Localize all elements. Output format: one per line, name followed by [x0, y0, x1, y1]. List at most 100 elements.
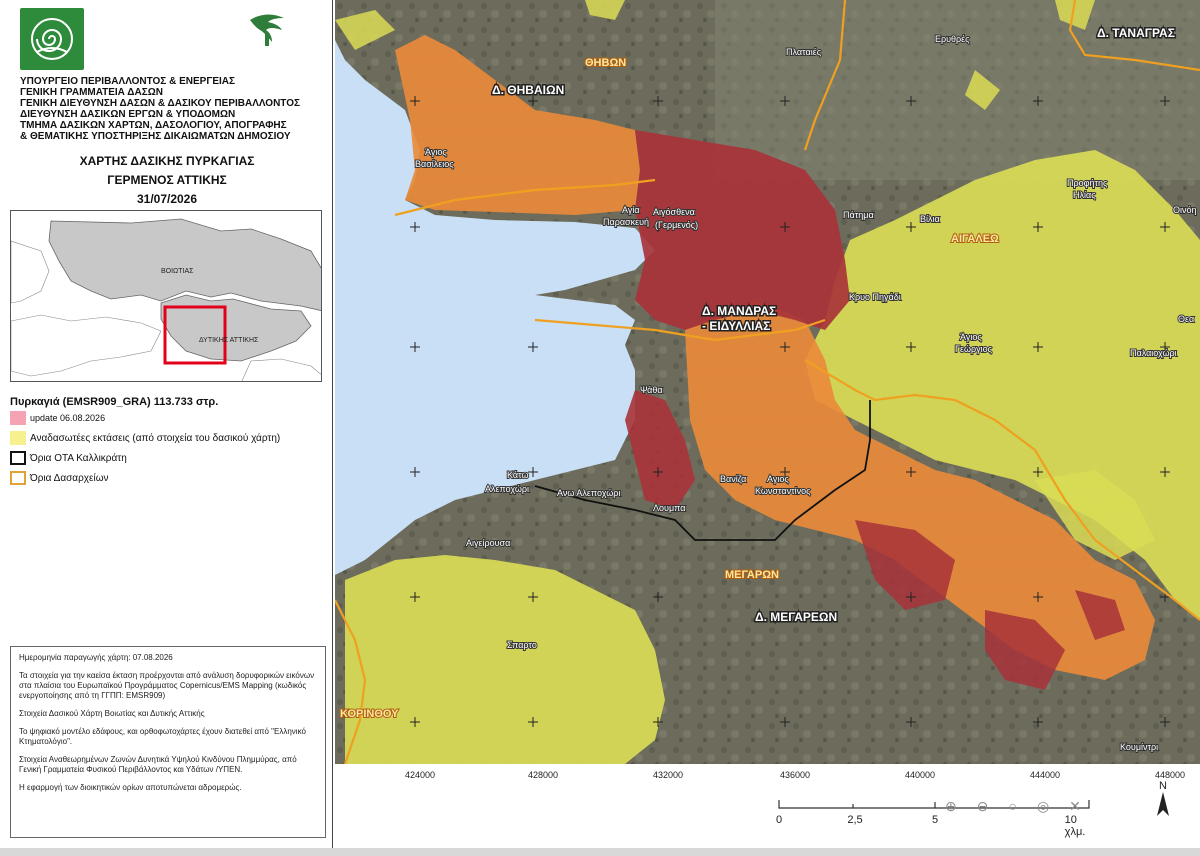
note-text: Ημερομηνία παραγωγής χάρτη: 07.08.2026: [19, 653, 173, 662]
legend-item-reforest: Αναδασωτέες εκτάσεις (από στοιχεία του δ…: [10, 428, 324, 448]
place-label: Ηλίας: [1073, 190, 1096, 200]
window-bottom-bar: [0, 848, 1200, 856]
note-text: Το ψηφιακό μοντέλο εδάφους, και ορθοφωτο…: [19, 727, 306, 746]
ministry-line: ΤΜΗΜΑ ΔΑΣΙΚΩΝ ΧΑΡΤΩΝ, ΔΑΣΟΛΟΓΙΟΥ, ΑΠΟΓΡΑ…: [20, 120, 287, 131]
legend-item-ota: Όρια ΟΤΑ Καλλικράτη: [10, 448, 324, 468]
ministry-line: & ΘΕΜΑΤΙΚΗΣ ΥΠΟΣΤΗΡΙΞΗΣ ΔΙΚΑΙΩΜΑΤΩΝ ΔΗΜΟ…: [20, 131, 291, 142]
place-label: Βασίλειος: [415, 159, 454, 169]
place-label: Ψάθα: [640, 385, 663, 395]
ministry-text: ΥΠΟΥΡΓΕΙΟ ΠΕΡΙΒΑΛΛΟΝΤΟΣ & ΕΝΕΡΓΕΙΑΣ ΓΕΝΙ…: [20, 76, 320, 142]
place-label: Αγία: [622, 205, 640, 215]
district-label-tanagras: Δ. ΤΑΝΑΓΡΑΣ: [1097, 26, 1175, 40]
legend: Πυρκαγιά (EMSR909_GRA) 113.733 στρ. upda…: [10, 396, 324, 488]
note-text: Στοιχεία Αναθεωρημένων Ζωνών Δυνητικά Υψ…: [19, 755, 297, 774]
place-label: Σπαρτο: [507, 640, 537, 650]
place-label: Ερυθρές: [935, 34, 970, 44]
forestry-label-aigaleo: ΑΙΓΑΛΕΩ: [951, 233, 999, 245]
forest-service-logo-icon: [246, 8, 288, 48]
scale-label: 2,5: [847, 814, 863, 826]
scale-label: 5: [931, 814, 939, 826]
place-label: Άγιος: [425, 147, 447, 157]
place-label: Αιγείρουσα: [466, 538, 510, 548]
place-label: Κουμίντρι: [1120, 742, 1158, 752]
place-label: Θεα: [1178, 314, 1194, 324]
place-label: Βίλια: [920, 214, 940, 224]
place-label: Ανω Αλεποχώρι: [557, 488, 620, 498]
place-label: Παλαιοχώρι: [1130, 348, 1177, 358]
zoom-out-icon[interactable]: ⊖: [977, 798, 989, 815]
ministry-line: ΥΠΟΥΡΓΕΙΟ ΠΕΡΙΒΑΛΛΟΝΤΟΣ & ΕΝΕΡΓΕΙΑΣ: [20, 76, 235, 87]
legend-item-dasarxeia: Όρια Δασαρχείων: [10, 468, 324, 488]
place-label: (Γερμενός): [655, 220, 698, 230]
x-tick-label: 428000: [527, 770, 559, 780]
legend-panel: ΥΠΟΥΡΓΕΙΟ ΠΕΡΙΒΑΛΛΟΝΤΟΣ & ΕΝΕΡΓΕΙΑΣ ΓΕΝΙ…: [0, 0, 333, 856]
place-label: Αλεποχώρι: [485, 484, 529, 494]
dasarxeia-swatch: [10, 471, 26, 485]
forestry-label-megaron: ΜΕΓΑΡΩΝ: [725, 569, 779, 581]
ministry-line: ΔΙΕΥΘΥΝΣΗ ΔΑΣΙΚΩΝ ΕΡΓΩΝ & ΥΠΟΔΟΜΩΝ: [20, 109, 236, 120]
district-label-thiveon: Δ. ΘΗΒΑΙΩΝ: [492, 83, 564, 97]
ministry-line: ΓΕΝΙΚΗ ΔΙΕΥΘΥΝΣΗ ΔΑΣΩΝ & ΔΑΣΙΚΟΥ ΠΕΡΙΒΑΛ…: [20, 98, 300, 109]
scale-label: 10 χλμ.: [1064, 814, 1086, 838]
close-icon[interactable]: ✕: [1069, 798, 1081, 815]
district-label-mandras-1: Δ. ΜΑΝΔΡΑΣ: [702, 304, 776, 318]
inset-label-attiki: ΔΥΤΙΚΗΣ ΑΤΤΙΚΗΣ: [199, 337, 259, 344]
x-tick-label: 436000: [779, 770, 811, 780]
district-label-megareon: Δ. ΜΕΓΑΡΕΩΝ: [755, 610, 837, 624]
notes-box: Ημερομηνία παραγωγής χάρτη: 07.08.2026 Τ…: [10, 646, 326, 838]
note-text: Τα στοιχεία για την καείσα έκταση προέρχ…: [19, 671, 315, 700]
x-tick-label: 444000: [1029, 770, 1061, 780]
north-arrow: N: [1156, 780, 1170, 821]
district-label-mandras-2: - ΕΙΔΥΛΛΙΑΣ: [702, 319, 770, 333]
title-date: 31/07/2026: [136, 192, 198, 206]
inset-locator-map: ΒΟΙΩΤΙΑΣ ΔΥΤΙΚΗΣ ΑΤΤΙΚΗΣ: [10, 210, 322, 382]
place-label: Λουμπα: [653, 503, 685, 513]
forestry-label-korinthou: ΚΟΡΙΝΘΟΥ: [340, 708, 399, 720]
place-label: Πλαταιές: [786, 47, 822, 57]
place-label: Βανίζα: [720, 474, 746, 484]
legend-label-ota: Όρια ΟΤΑ Καλλικράτη: [30, 452, 127, 464]
place-label: Άγιος: [960, 332, 982, 342]
north-label: N: [1159, 780, 1167, 792]
ministry-logo: [20, 8, 84, 70]
place-label: Πάτημα: [843, 210, 874, 220]
x-tick-label: 440000: [904, 770, 936, 780]
place-label: Κωνσταντίνος: [755, 486, 811, 496]
legend-item-fire: update 06.08.2026: [10, 408, 324, 428]
map-title: ΧΑΡΤΗΣ ΔΑΣΙΚΗΣ ΠΥΡΚΑΓΙΑΣ ΓΕΡΜΕΝΟΣ ΑΤΤΙΚΗ…: [10, 152, 324, 209]
note-text: Στοιχεία Δασικού Χάρτη Βοιωτίας και Δυτι…: [19, 709, 205, 718]
map-footer: 424000 428000 432000 436000 440000 44400…: [335, 764, 1200, 856]
ota-swatch: [10, 451, 26, 465]
inset-label-voiotia: ΒΟΙΩΤΙΑΣ: [161, 268, 194, 275]
legend-title: Πυρκαγιά (EMSR909_GRA) 113.733 στρ.: [10, 396, 219, 408]
place-label: Γεώργιος: [955, 344, 993, 354]
reforest-swatch: [10, 431, 26, 445]
legend-label-reforest: Αναδασωτέες εκτάσεις (από στοιχεία του δ…: [30, 432, 281, 444]
x-tick-label: 424000: [404, 770, 436, 780]
x-tick-label: 448000: [1154, 770, 1186, 780]
north-arrow-icon: [1157, 792, 1169, 816]
x-tick-label: 432000: [652, 770, 684, 780]
title-line: ΧΑΡΤΗΣ ΔΑΣΙΚΗΣ ΠΥΡΚΑΓΙΑΣ: [79, 154, 255, 168]
spiral-logo-icon: [31, 18, 73, 60]
note-text: Η εφαρμογή των διοικητικών ορίων αποτυπώ…: [19, 783, 242, 792]
place-label: Αιγόσθενα: [653, 207, 695, 217]
place-label: Κάτω: [507, 470, 529, 480]
place-label: Κρυο Πηγάδι: [849, 292, 901, 302]
forestry-label-thivon: ΘΗΒΩΝ: [585, 57, 626, 69]
search-icon[interactable]: ○: [1008, 798, 1016, 815]
place-label: Αγιος: [767, 474, 789, 484]
place-label: Προφήτης: [1067, 178, 1108, 188]
scale-label: 0: [775, 814, 783, 826]
main-map[interactable]: Δ. ΘΗΒΑΙΩΝ Δ. ΤΑΝΑΓΡΑΣ Δ. ΜΑΝΔΡΑΣ - ΕΙΔΥ…: [335, 0, 1200, 764]
title-line: ΓΕΡΜΕΝΟΣ ΑΤΤΙΚΗΣ: [107, 173, 227, 187]
viewer-toolbar: ⊕ ⊖ ○ ◎ ✕: [945, 798, 1081, 815]
place-label: Οινόη: [1173, 205, 1197, 215]
legend-label-fire: update 06.08.2026: [30, 413, 106, 423]
ministry-line: ΓΕΝΙΚΗ ΓΡΑΜΜΑΤΕΙΑ ΔΑΣΩΝ: [20, 87, 163, 98]
zoom-in-icon[interactable]: ⊕: [945, 798, 957, 815]
place-label: Παρασκευή: [603, 217, 649, 227]
zoom-fit-icon[interactable]: ◎: [1037, 798, 1049, 815]
legend-label-dasarxeia: Όρια Δασαρχείων: [30, 472, 109, 484]
fire-swatch: [10, 411, 26, 425]
